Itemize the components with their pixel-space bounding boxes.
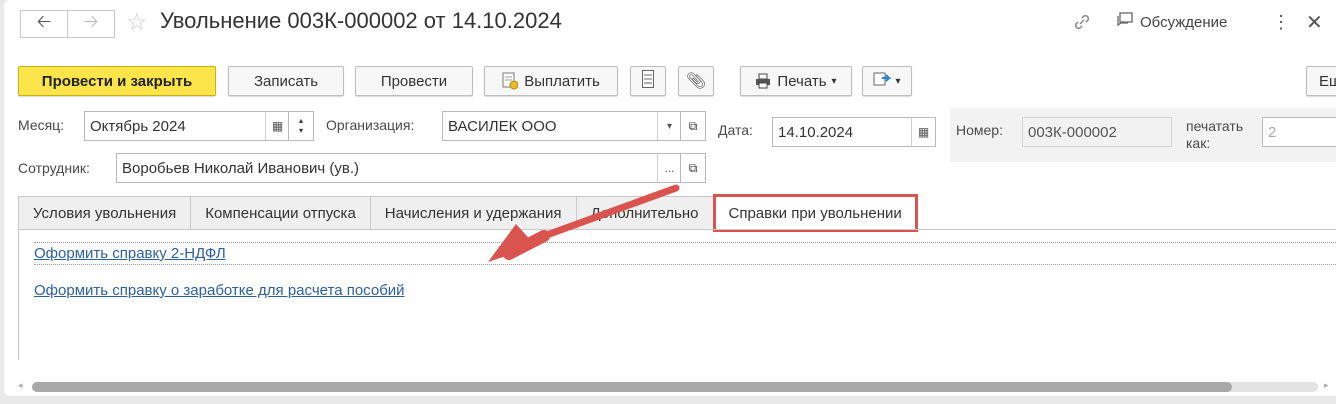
scroll-thumb[interactable] — [32, 382, 1232, 392]
scroll-right-icon[interactable]: ▸ — [1324, 380, 1329, 391]
document-window: 🡠 🡢 ☆ Увольнение 003К-000002 от 14.10.20… — [4, 0, 1336, 396]
horizontal-scrollbar[interactable]: ◂ ▸ — [18, 380, 1329, 394]
scroll-left-icon[interactable]: ◂ — [18, 380, 23, 391]
annotation-arrow — [488, 184, 680, 262]
